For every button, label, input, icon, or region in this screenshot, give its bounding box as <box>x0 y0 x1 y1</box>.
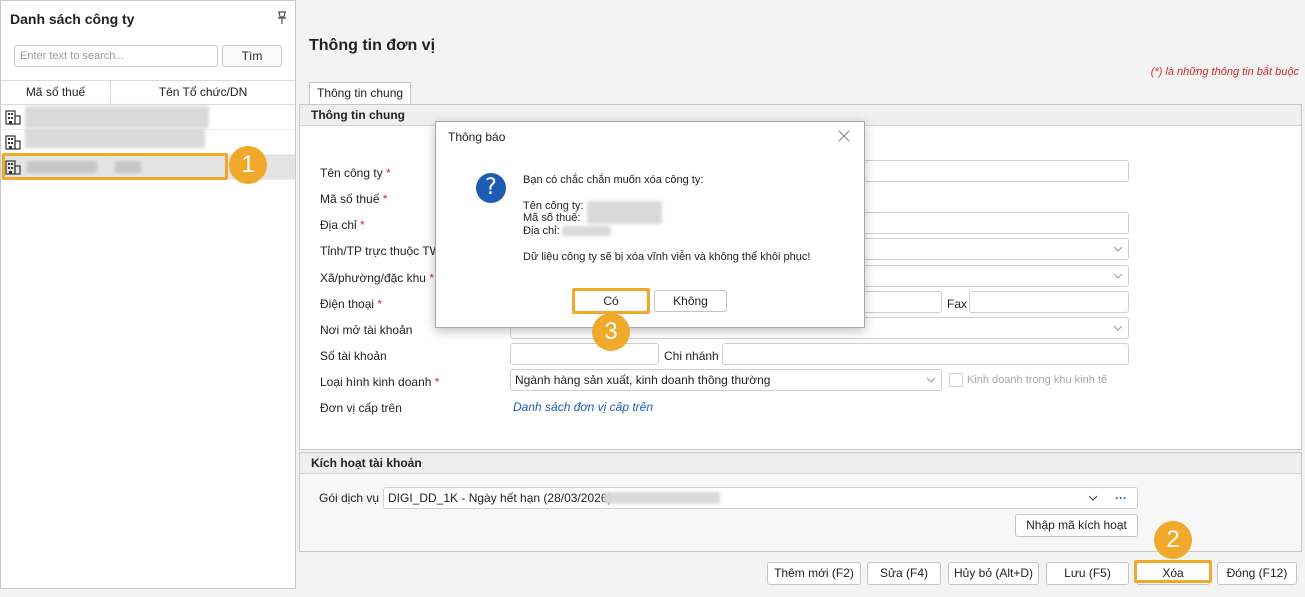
industrial-zone-label: Kinh doanh trong khu kinh tế <box>967 374 1108 386</box>
redacted-value <box>562 226 611 236</box>
chevron-down-icon <box>927 377 935 383</box>
more-options-icon[interactable]: ··· <box>1115 488 1127 508</box>
fax-field[interactable] <box>969 291 1129 313</box>
dialog-name-label: Tên công ty: <box>523 200 584 212</box>
label-phone: Điện thoại * <box>320 297 383 311</box>
business-type-select[interactable]: Ngành hàng sản xuất, kinh doanh thông th… <box>510 369 942 391</box>
step-callout-2: 2 <box>1154 521 1192 559</box>
dialog-title: Thông báo <box>448 130 506 144</box>
page-title: Thông tin đơn vị <box>309 37 436 54</box>
building-icon <box>5 110 21 125</box>
question-icon: ? <box>476 173 506 203</box>
parent-unit-link[interactable]: Danh sách đơn vị cấp trên <box>513 400 653 414</box>
step-callout-3: 3 <box>592 313 630 351</box>
save-button[interactable]: Lưu (F5) <box>1046 562 1129 585</box>
branch-field[interactable] <box>722 343 1129 365</box>
building-icon <box>5 135 21 150</box>
chevron-down-icon <box>1114 325 1122 331</box>
label-company-name: Tên công ty * <box>320 166 391 180</box>
label-fax: Fax <box>947 297 968 311</box>
label-bank: Nơi mở tài khoản <box>320 323 413 337</box>
label-account-number: Số tài khoản <box>320 349 387 363</box>
label-address: Địa chỉ * <box>320 218 365 232</box>
activation-section: Kích hoạt tài khoản Gói dịch vụ DIGI_DD_… <box>299 452 1302 552</box>
label-province: Tỉnh/TP trực thuộc TW <box>320 244 441 258</box>
business-type-value: Ngành hàng sản xuất, kinh doanh thông th… <box>515 373 771 387</box>
search-input[interactable] <box>14 45 218 67</box>
company-list-panel: Danh sách công ty Tìm Mã số thuế Tên Tổ … <box>0 0 296 589</box>
tab-general-info[interactable]: Thông tin chung <box>309 82 412 104</box>
column-company-name[interactable]: Tên Tổ chức/DN <box>111 81 295 104</box>
step-callout-1: 1 <box>229 146 267 184</box>
redacted-value <box>587 201 662 224</box>
redacted-cell <box>25 128 205 148</box>
account-number-field[interactable] <box>510 343 659 365</box>
search-button[interactable]: Tìm <box>222 45 282 67</box>
label-ward: Xã/phường/đặc khu * <box>320 271 434 285</box>
service-package-value: DIGI_DD_1K - Ngày hết hạn (28/03/2026) - <box>388 491 619 505</box>
no-button[interactable]: Không <box>654 290 727 312</box>
cancel-button[interactable]: Hủy bỏ (Alt+D) <box>948 562 1039 585</box>
dialog-address-label: Địa chỉ: <box>523 225 560 237</box>
grid-header: Mã số thuế Tên Tổ chức/DN <box>1 80 295 105</box>
delete-highlight <box>1134 560 1212 583</box>
industrial-zone-checkbox[interactable] <box>949 373 963 387</box>
yes-highlight <box>572 288 650 314</box>
label-business-type: Loại hình kinh doanh * <box>320 375 440 389</box>
label-tax-code: Mã số thuế * <box>320 192 388 206</box>
chevron-down-icon <box>1114 246 1122 252</box>
edit-button[interactable]: Sửa (F4) <box>867 562 941 585</box>
company-list-title: Danh sách công ty <box>10 11 135 27</box>
selection-highlight <box>2 153 228 180</box>
label-branch: Chi nhánh <box>664 349 719 363</box>
column-tax-code[interactable]: Mã số thuế <box>1 81 111 104</box>
confirm-delete-dialog: Thông báo ? Bạn có chắc chắn muốn xóa cô… <box>435 121 865 328</box>
section-header-activation: Kích hoạt tài khoản <box>300 453 1301 474</box>
add-button[interactable]: Thêm mới (F2) <box>767 562 861 585</box>
redacted-cell <box>25 106 209 128</box>
chevron-down-icon <box>1114 273 1122 279</box>
table-row[interactable] <box>1 105 295 130</box>
dialog-tax-label: Mã số thuế: <box>523 212 581 224</box>
dialog-question: Bạn có chắc chắn muốn xóa công ty: <box>523 174 704 186</box>
chevron-down-icon[interactable] <box>1089 494 1097 502</box>
pin-icon[interactable] <box>276 11 288 25</box>
close-icon[interactable] <box>838 130 850 142</box>
redacted-value <box>604 492 720 504</box>
service-package-select[interactable]: DIGI_DD_1K - Ngày hết hạn (28/03/2026) -… <box>383 487 1138 509</box>
label-service-package: Gói dịch vụ <box>319 491 380 505</box>
dialog-warning: Dữ liệu công ty sẽ bị xóa vĩnh viễn và k… <box>523 251 811 263</box>
label-parent-unit: Đơn vị cấp trên <box>320 401 402 415</box>
close-button[interactable]: Đóng (F12) <box>1217 562 1297 585</box>
required-note: (*) là những thông tin bắt buộc <box>1150 66 1299 78</box>
enter-activation-code-button[interactable]: Nhập mã kích hoạt <box>1015 514 1138 537</box>
